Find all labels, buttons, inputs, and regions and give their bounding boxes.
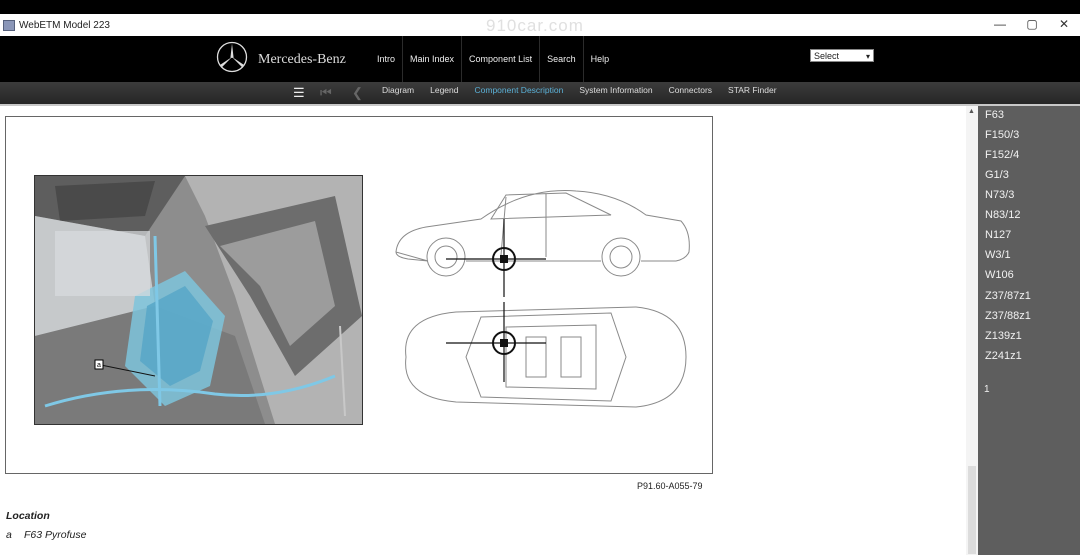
vehicle-location-diagram xyxy=(395,190,690,408)
nav-help[interactable]: Help xyxy=(582,36,617,82)
tab-connectors[interactable]: Connectors xyxy=(661,82,720,104)
component-figure: a xyxy=(5,116,713,474)
sidebar-item-n127[interactable]: N127 xyxy=(985,229,1011,241)
sub-nav: ☰ ⏮ ❮ Diagram Legend Component Descripti… xyxy=(0,82,1080,104)
location-photo: a xyxy=(34,175,363,425)
sidebar-item-f63[interactable]: F63 xyxy=(985,109,1004,121)
back-icon[interactable]: ❮ xyxy=(352,85,363,101)
photo-marker-label: a xyxy=(97,362,101,369)
mercedes-star-logo xyxy=(216,41,248,73)
interior-photo: a xyxy=(35,176,362,424)
menu-icon[interactable]: ☰ xyxy=(293,85,305,101)
scroll-up-icon[interactable]: ▲ xyxy=(968,108,975,115)
sidebar-item-f150-3[interactable]: F150/3 xyxy=(985,129,1019,141)
tab-component-description[interactable]: Component Description xyxy=(467,82,572,104)
maximize-button[interactable]: ▢ xyxy=(1024,17,1040,31)
app-icon xyxy=(3,19,15,31)
nav-intro[interactable]: Intro xyxy=(370,36,402,82)
figure-code: P91.60-A055-79 xyxy=(637,481,703,491)
sidebar-item-g1-3[interactable]: G1/3 xyxy=(985,169,1009,181)
minimize-button[interactable]: — xyxy=(992,17,1008,31)
location-item: a F63 Pyrofuse xyxy=(6,529,86,541)
sidebar-item-z37-88z1[interactable]: Z37/88z1 xyxy=(985,310,1031,322)
window-titlebar: WebETM Model 223 910car.com — ▢ ✕ xyxy=(0,14,1080,36)
tab-system-information[interactable]: System Information xyxy=(571,82,660,104)
nav-search[interactable]: Search xyxy=(539,36,583,82)
app-header: Mercedes-Benz Intro Main Index Component… xyxy=(0,36,1080,82)
watermark: 910car.com xyxy=(486,16,584,35)
main-nav: Intro Main Index Component List Search H… xyxy=(370,36,616,82)
sidebar-item-n83-12[interactable]: N83/12 xyxy=(985,209,1020,221)
window-title: WebETM Model 223 xyxy=(19,19,110,31)
content-area: a P91.60-A055-79 Location a F63 Pyrofuse xyxy=(0,106,976,555)
tab-diagram[interactable]: Diagram xyxy=(374,82,422,104)
subnav-links: Diagram Legend Component Description Sys… xyxy=(374,82,785,104)
chevron-down-icon: ▾ xyxy=(865,52,870,61)
tab-legend[interactable]: Legend xyxy=(422,82,466,104)
location-heading: Location xyxy=(6,510,50,522)
sidebar-item-w3-1[interactable]: W3/1 xyxy=(985,249,1011,261)
tab-star-finder[interactable]: STAR Finder xyxy=(720,82,785,104)
sidebar-item-z37-87z1[interactable]: Z37/87z1 xyxy=(985,290,1031,302)
model-select[interactable]: Select ▾ xyxy=(810,49,874,62)
sidebar-page-number: 1 xyxy=(984,384,990,395)
nav-component-list[interactable]: Component List xyxy=(461,36,539,82)
sidebar-item-z139z1[interactable]: Z139z1 xyxy=(985,330,1022,342)
component-sidebar: F63 F150/3 F152/4 G1/3 N73/3 N83/12 N127… xyxy=(978,106,1080,555)
location-item-text: F63 Pyrofuse xyxy=(24,529,87,541)
sidebar-item-n73-3[interactable]: N73/3 xyxy=(985,189,1014,201)
close-button[interactable]: ✕ xyxy=(1056,17,1072,31)
select-value: Select xyxy=(814,51,840,61)
sidebar-item-z241z1[interactable]: Z241z1 xyxy=(985,350,1022,362)
scroll-thumb[interactable] xyxy=(968,466,976,554)
location-item-letter: a xyxy=(6,529,12,541)
top-black-strip xyxy=(0,0,1080,14)
content-scrollbar[interactable]: ▲ xyxy=(966,106,978,555)
nav-main-index[interactable]: Main Index xyxy=(402,36,461,82)
first-page-icon[interactable]: ⏮ xyxy=(320,85,332,101)
sidebar-item-f152-4[interactable]: F152/4 xyxy=(985,149,1019,161)
sidebar-item-w106[interactable]: W106 xyxy=(985,269,1014,281)
brand-name: Mercedes-Benz xyxy=(258,52,346,67)
